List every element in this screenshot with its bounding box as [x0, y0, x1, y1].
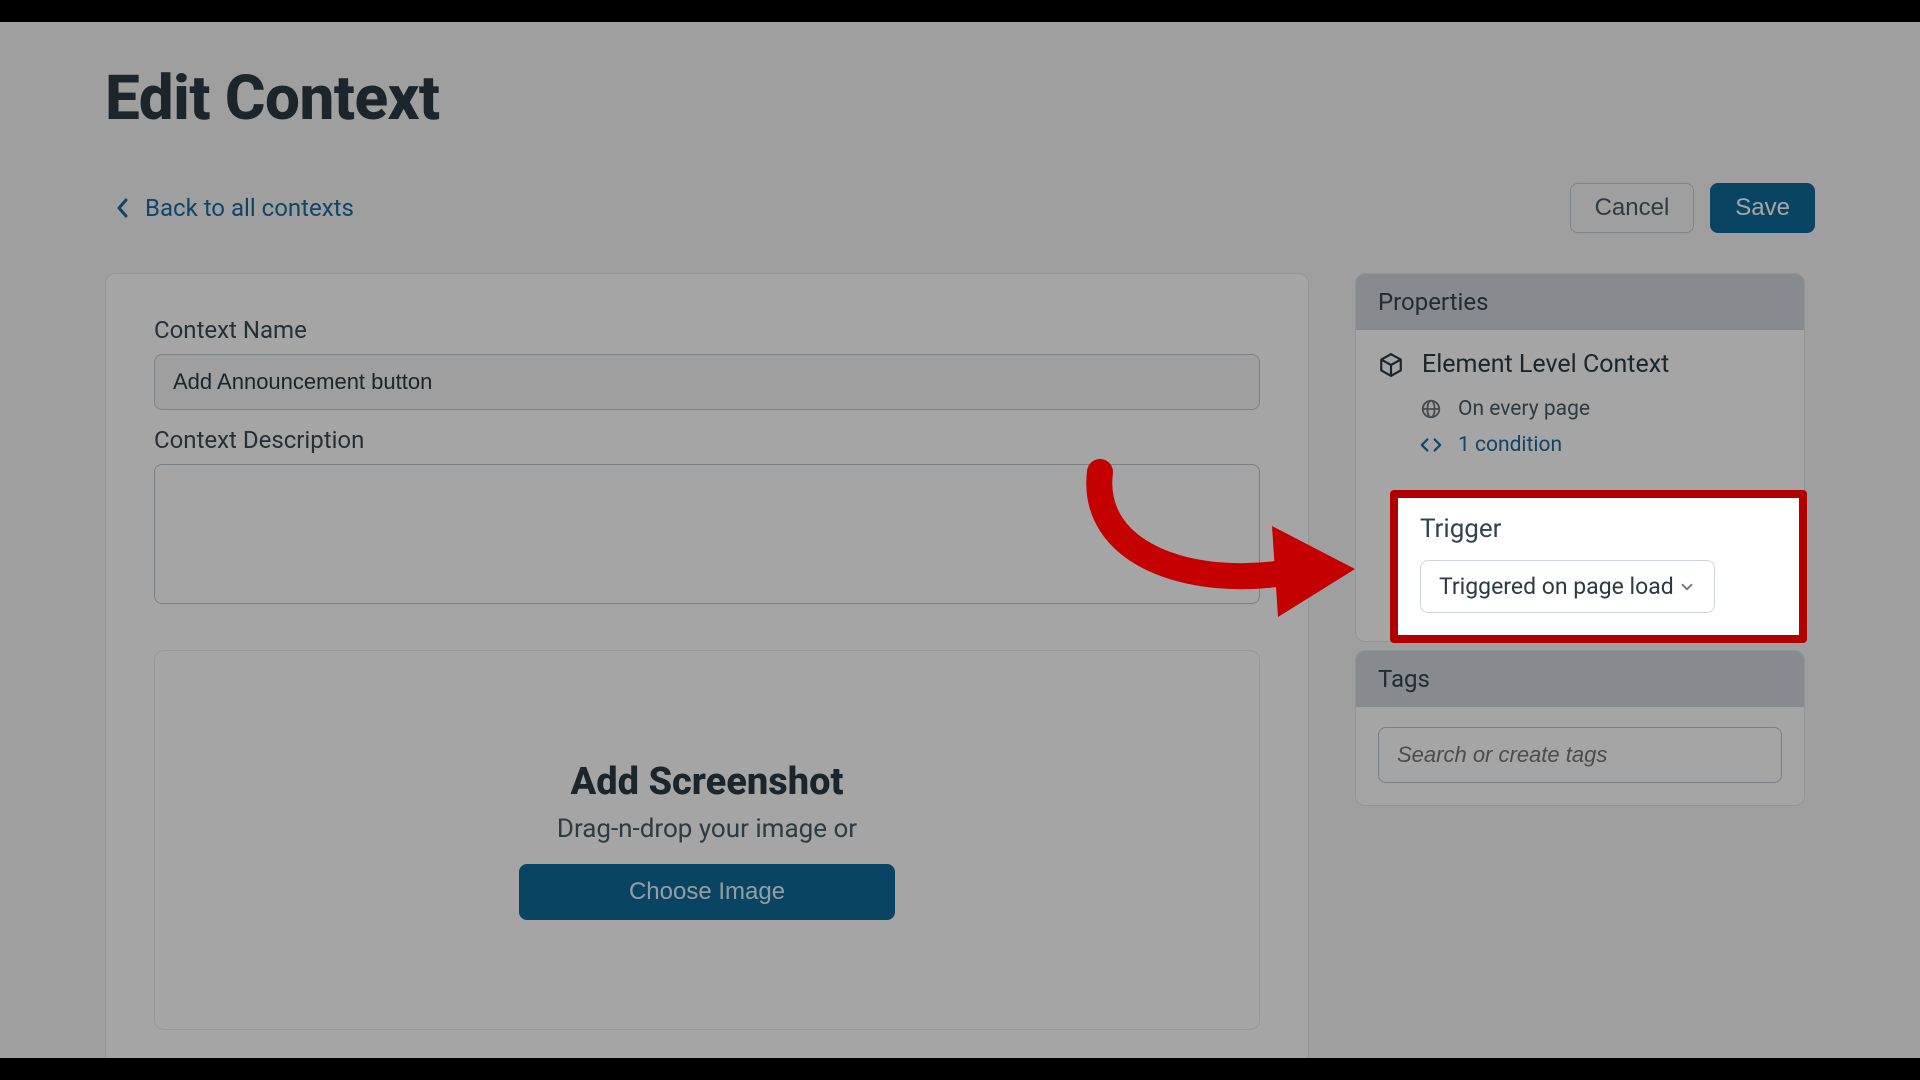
tags-body: [1356, 707, 1804, 805]
save-button[interactable]: Save: [1710, 183, 1815, 233]
context-type-row: Element Level Context: [1378, 350, 1782, 379]
annotation-arrow-icon: [1060, 454, 1360, 654]
properties-header: Properties: [1356, 274, 1804, 330]
tags-header: Tags: [1356, 651, 1804, 707]
cube-icon: [1378, 352, 1404, 378]
letterbox-bottom: [0, 1058, 1920, 1080]
trigger-value: Triggered on page load: [1439, 573, 1674, 600]
scope-label: On every page: [1458, 397, 1590, 421]
back-link[interactable]: Back to all contexts: [105, 188, 364, 228]
chevron-left-icon: [115, 196, 131, 220]
screenshot-title: Add Screenshot: [571, 760, 844, 804]
top-actions: Cancel Save: [1570, 183, 1815, 233]
tags-input[interactable]: [1378, 727, 1782, 783]
top-toolbar: Back to all contexts Cancel Save: [105, 183, 1815, 233]
trigger-label: Trigger: [1420, 514, 1777, 544]
main-card: Context Name Context Description Add Scr…: [105, 273, 1309, 1073]
cancel-button[interactable]: Cancel: [1570, 183, 1695, 233]
content-row: Context Name Context Description Add Scr…: [105, 273, 1815, 1073]
context-name-label: Context Name: [154, 316, 1260, 344]
trigger-select[interactable]: Triggered on page load: [1420, 560, 1715, 613]
chevron-down-icon: [1678, 578, 1696, 596]
screenshot-dropzone[interactable]: Add Screenshot Drag-n-drop your image or…: [154, 650, 1260, 1030]
page-title: Edit Context: [105, 62, 1815, 135]
screenshot-subtitle: Drag-n-drop your image or: [557, 814, 857, 844]
conditions-label: 1 condition: [1458, 433, 1562, 457]
context-name-input[interactable]: [154, 354, 1260, 410]
context-description-label: Context Description: [154, 426, 1260, 454]
tags-panel: Tags: [1355, 650, 1805, 806]
context-type-label: Element Level Context: [1422, 350, 1669, 379]
trigger-callout: Trigger Triggered on page load: [1390, 490, 1807, 643]
scope-row: On every page: [1420, 397, 1782, 421]
code-icon: [1420, 434, 1442, 456]
choose-image-button[interactable]: Choose Image: [519, 864, 895, 920]
globe-icon: [1420, 398, 1442, 420]
back-link-label: Back to all contexts: [145, 194, 354, 222]
letterbox-top: [0, 0, 1920, 22]
conditions-link[interactable]: 1 condition: [1420, 433, 1782, 457]
